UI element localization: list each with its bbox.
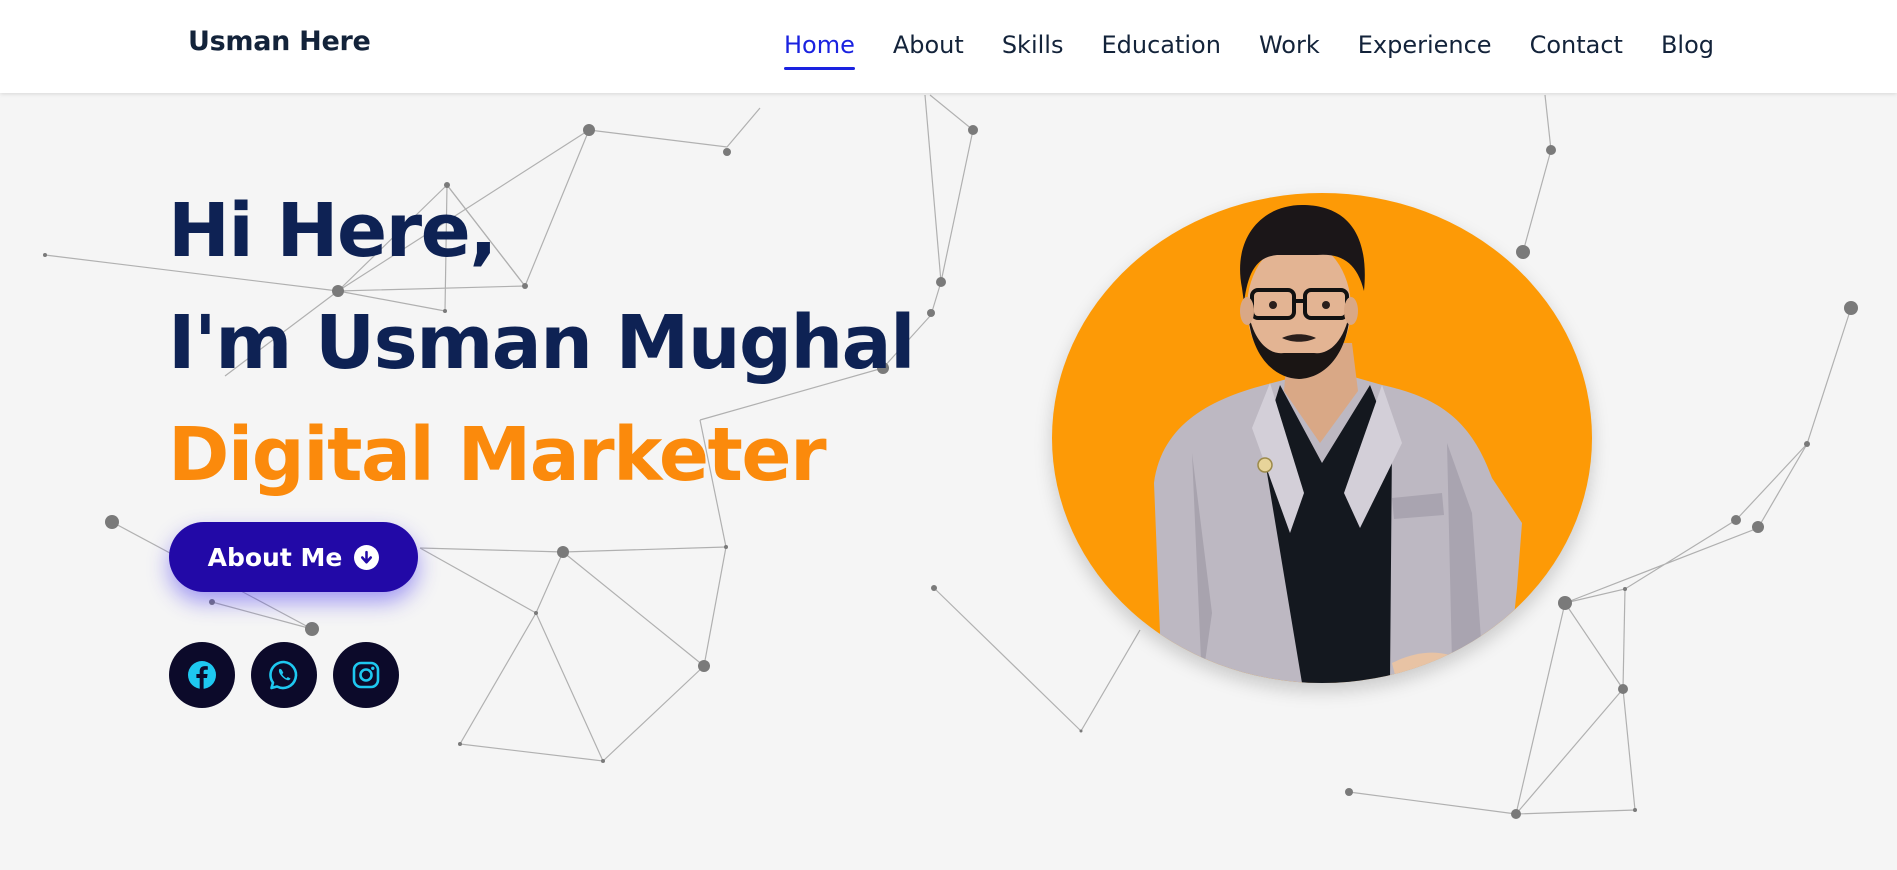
whatsapp-icon <box>269 660 298 690</box>
instagram-link[interactable] <box>333 642 399 708</box>
hero-role: Digital Marketer <box>168 412 827 498</box>
whatsapp-link[interactable] <box>251 642 317 708</box>
arrow-down-circle-icon <box>354 544 380 570</box>
about-me-button-label: About Me <box>207 542 343 572</box>
hero-section: Hi Here, I'm Usman Mughal Digital Market… <box>168 175 915 511</box>
hero-greeting: Hi Here, <box>168 188 497 274</box>
nav-item-experience[interactable]: Experience <box>1358 28 1492 62</box>
nav-item-education[interactable]: Education <box>1101 28 1220 62</box>
hero-name: I'm Usman Mughal <box>168 300 915 386</box>
nav-item-home[interactable]: Home <box>783 28 855 70</box>
facebook-icon <box>188 661 216 689</box>
nav-item-blog[interactable]: Blog <box>1661 28 1714 62</box>
facebook-link[interactable] <box>169 642 235 708</box>
instagram-icon <box>352 661 380 689</box>
nav-item-about[interactable]: About <box>893 28 964 62</box>
nav-item-skills[interactable]: Skills <box>1002 28 1064 62</box>
navbar: Usman Here Home About Skills Education W… <box>0 0 1897 93</box>
nav-item-contact[interactable]: Contact <box>1530 28 1623 62</box>
nav-menu: Home About Skills Education Work Experie… <box>783 28 1714 70</box>
person-illustration <box>1154 205 1522 683</box>
social-links <box>169 642 399 708</box>
brand-logo[interactable]: Usman Here <box>188 26 371 57</box>
profile-photo <box>1052 193 1592 683</box>
about-me-button[interactable]: About Me <box>169 522 418 592</box>
nav-item-work[interactable]: Work <box>1259 28 1320 62</box>
